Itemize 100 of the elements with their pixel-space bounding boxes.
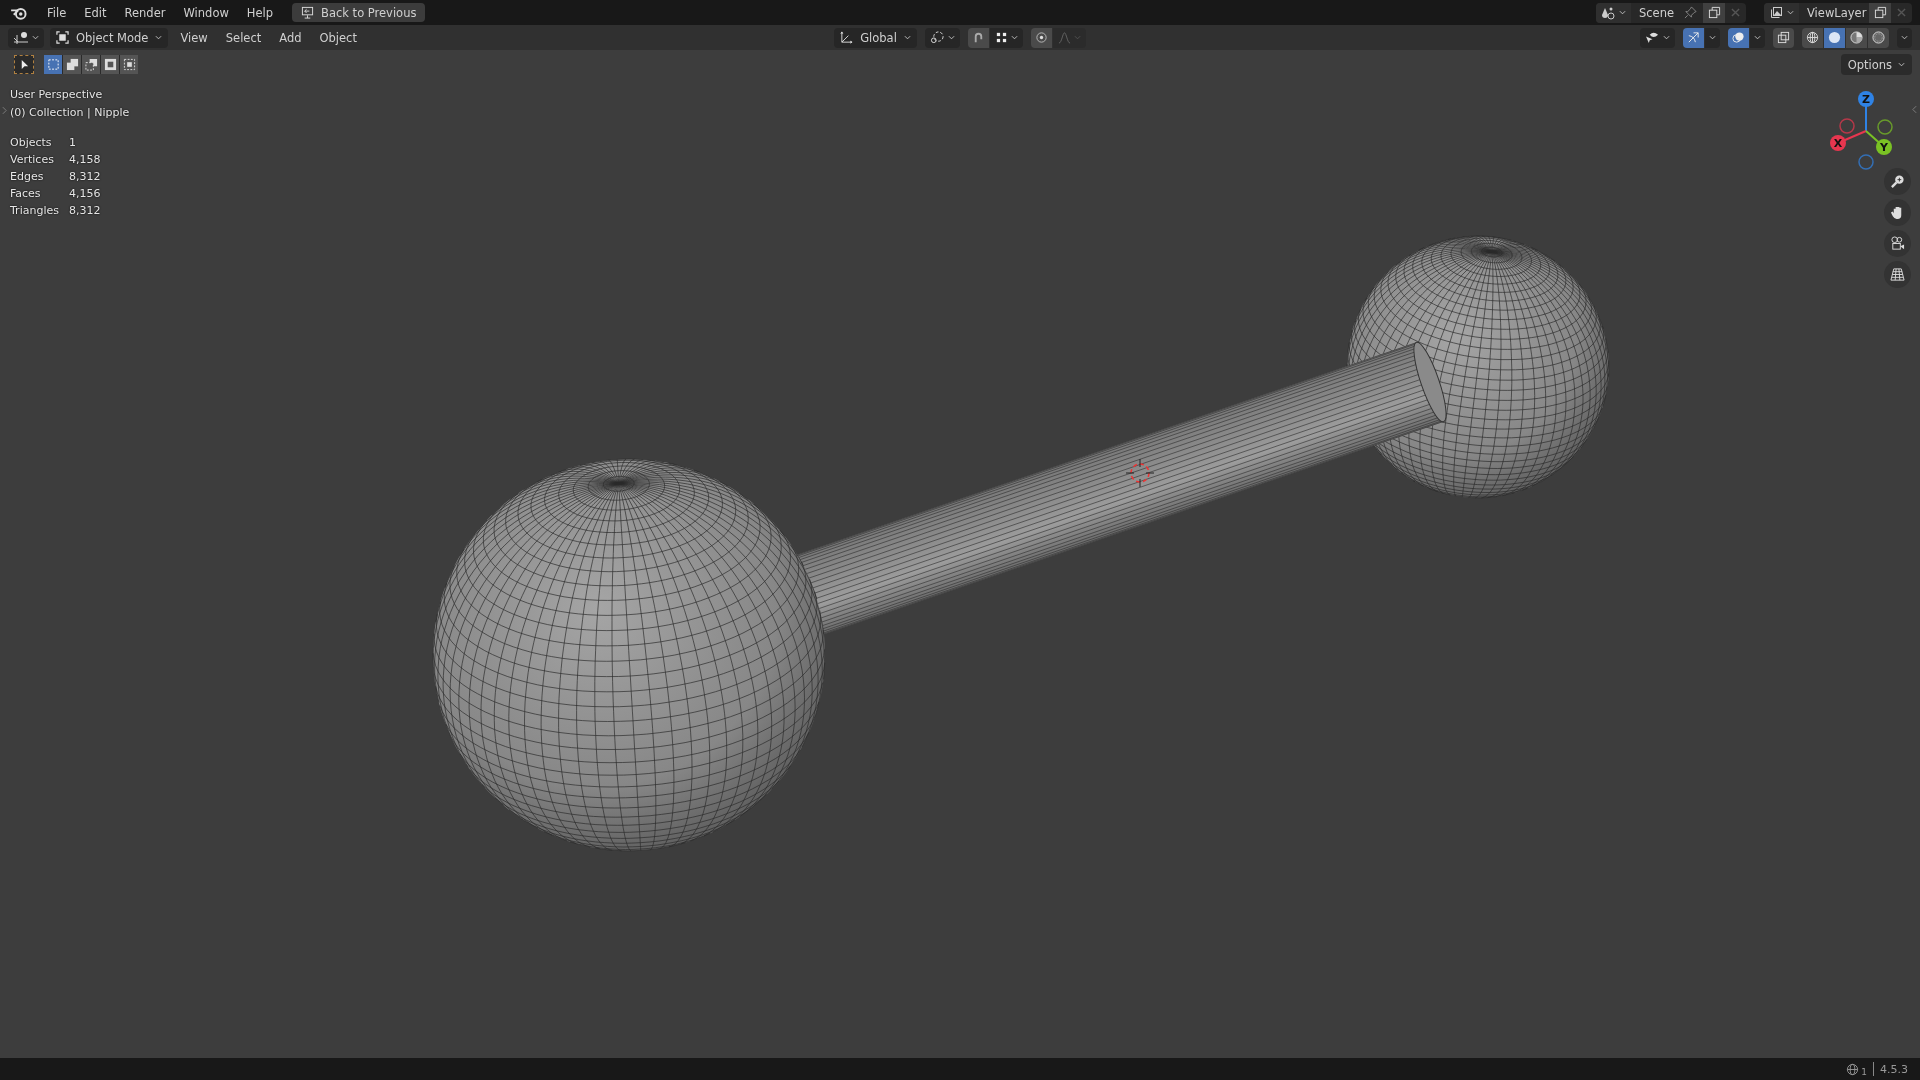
axis-gizmo-icon — [840, 31, 854, 44]
pan-button[interactable] — [1884, 199, 1911, 226]
squares-icon — [122, 58, 136, 71]
squares-icon — [65, 58, 79, 71]
menu-item[interactable]: Edit — [75, 5, 116, 20]
wire-sphere-icon — [1806, 31, 1819, 44]
selection-mode-button[interactable] — [101, 55, 119, 74]
menu-item[interactable]: Select — [219, 30, 268, 45]
caret-icon — [1754, 35, 1761, 40]
pivot-point-button[interactable] — [924, 27, 960, 48]
globe-icon — [1846, 1062, 1860, 1076]
rendered-sphere-icon — [1872, 31, 1885, 44]
mode-dropdown[interactable]: Object Mode — [50, 27, 169, 48]
gizmo-arrow-icon — [1687, 31, 1700, 44]
axis-handle[interactable]: X — [1830, 135, 1846, 151]
shading-mode-button[interactable] — [1846, 27, 1867, 48]
menu-item[interactable]: Window — [174, 5, 238, 20]
eye-pointer-icon — [1645, 31, 1660, 44]
zoom-icon — [1890, 174, 1905, 189]
stat-label: Objects — [10, 136, 53, 149]
overlays-toggle[interactable] — [1728, 27, 1749, 48]
visibility-button[interactable] — [1640, 27, 1675, 48]
snap-target-button[interactable] — [989, 27, 1023, 48]
stat-value: 8,312 — [68, 204, 101, 217]
editor-type-button[interactable] — [8, 27, 44, 48]
stat-label: Edges — [10, 170, 45, 183]
stat-value: 4,158 — [68, 153, 101, 166]
stat-label: Triangles — [10, 204, 59, 217]
stat-value: 8,312 — [68, 170, 101, 183]
caret-icon — [155, 35, 163, 40]
shading-mode-button[interactable] — [1824, 27, 1845, 48]
negative-axis-handle[interactable] — [1858, 154, 1874, 170]
version-label: 4.5.3 — [1880, 1062, 1908, 1076]
scene-icon — [1601, 5, 1615, 20]
menu-item[interactable]: Add — [273, 30, 308, 45]
falloff-curve-icon — [1057, 31, 1071, 44]
dashed-square-icon — [46, 58, 60, 71]
grid-view-button[interactable] — [1884, 261, 1911, 288]
overlapping-circles-icon — [1732, 31, 1745, 44]
pivot-icon — [929, 31, 945, 44]
material-sphere-icon — [1850, 31, 1863, 44]
menu-item[interactable]: Render — [115, 5, 175, 20]
caret-icon — [1898, 62, 1905, 67]
selection-mode-button[interactable] — [82, 55, 100, 74]
selection-mode-button[interactable] — [120, 55, 138, 74]
stat-value: 1 — [68, 136, 77, 149]
caret-icon — [947, 35, 955, 40]
menu-item[interactable]: Object — [313, 30, 363, 45]
shading-mode-button[interactable] — [1868, 27, 1889, 48]
axis-handle[interactable]: Y — [1876, 139, 1892, 155]
logo-icon[interactable] — [10, 5, 28, 20]
xray-squares-icon — [1777, 31, 1790, 44]
scene-name[interactable]: Scene — [1631, 5, 1684, 20]
options-dropdown[interactable]: Options — [1840, 54, 1912, 75]
camera-view-button[interactable] — [1884, 230, 1911, 257]
axis-handle[interactable]: Z — [1858, 91, 1874, 107]
negative-axis-handle[interactable] — [1877, 119, 1893, 135]
select-tool-button[interactable] — [14, 55, 34, 74]
view-layer-name[interactable]: ViewLayer — [1799, 5, 1869, 20]
camera-icon — [1890, 236, 1905, 251]
shading-mode-button[interactable] — [1802, 27, 1823, 48]
caret-icon — [1073, 35, 1081, 40]
view-layer-selector[interactable]: ViewLayer — [1764, 2, 1912, 23]
axes-icon — [13, 30, 29, 45]
collection-label: (0) Collection | Nipple — [10, 106, 130, 119]
caret-icon — [1709, 35, 1716, 40]
caret-icon — [1619, 10, 1626, 15]
selection-mode-button[interactable] — [63, 55, 81, 74]
caret-icon — [1663, 35, 1670, 40]
caret-icon — [1787, 10, 1794, 15]
pin-icon[interactable] — [1684, 6, 1697, 19]
selection-mode-button[interactable] — [44, 55, 62, 74]
squares-icon — [103, 58, 117, 71]
gizmo-toggle[interactable] — [1683, 27, 1704, 48]
3d-cursor-icon — [1125, 458, 1155, 488]
snap-toggle[interactable] — [967, 27, 989, 48]
scene-count: 1 — [1861, 1067, 1867, 1077]
xray-toggle[interactable] — [1773, 27, 1794, 48]
proportional-editing-toggle[interactable] — [1030, 27, 1052, 48]
squares-icon — [84, 58, 98, 71]
scene-selector[interactable]: Scene — [1596, 2, 1746, 23]
target-circle-icon — [1034, 31, 1048, 44]
grid-dots-icon — [994, 31, 1008, 44]
negative-axis-handle[interactable] — [1839, 118, 1855, 134]
copy-icon[interactable] — [1707, 6, 1721, 19]
perspective-grid-icon — [1890, 267, 1905, 282]
copy-icon[interactable] — [1873, 6, 1887, 19]
caret-icon — [32, 35, 39, 40]
menu-item[interactable]: File — [38, 5, 76, 20]
stat-value: 4,156 — [68, 187, 101, 200]
menu-item[interactable]: Help — [237, 5, 283, 20]
menu-item[interactable]: View — [174, 30, 214, 45]
stat-label: Vertices — [10, 153, 55, 166]
back-to-previous-button[interactable]: Back to Previous — [292, 3, 426, 22]
caret-icon — [1010, 35, 1018, 40]
orientation-dropdown[interactable]: Global — [834, 27, 917, 48]
image-stack-icon — [1769, 5, 1783, 20]
stat-label: Faces — [10, 187, 42, 200]
zoom-button[interactable] — [1884, 168, 1911, 195]
solid-sphere-icon — [1828, 31, 1841, 44]
